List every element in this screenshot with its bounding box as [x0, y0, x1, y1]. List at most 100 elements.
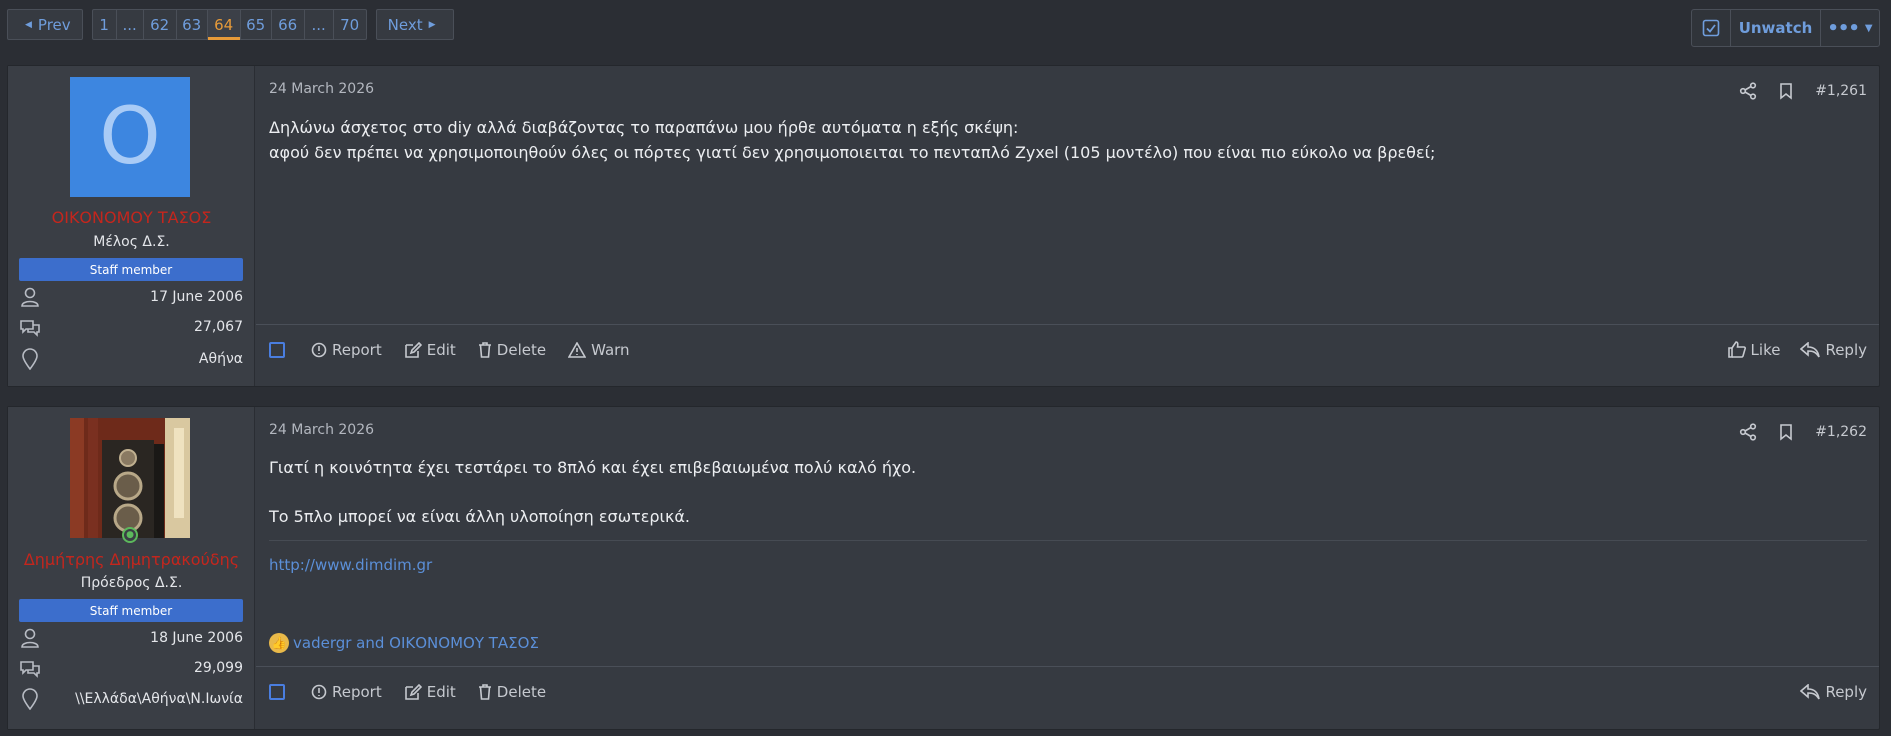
location-pin-icon: [22, 348, 38, 370]
prev-button[interactable]: ◀ Prev: [7, 9, 83, 40]
post-text-line: αφού δεν πρέπει να χρησιμοποιηθούν όλες …: [269, 143, 1436, 162]
user-title: Μέλος Δ.Σ.: [93, 234, 170, 250]
edit-icon: [404, 341, 422, 358]
report-label: Report: [332, 682, 382, 701]
bookmark-icon[interactable]: [1778, 423, 1794, 441]
report-icon: [311, 684, 327, 699]
post-header-actions: #1,261: [1739, 82, 1867, 100]
signature-link[interactable]: http://www.dimdim.gr: [269, 556, 432, 574]
delete-button[interactable]: Delete: [478, 341, 546, 359]
post-date[interactable]: 24 March 2026: [269, 422, 374, 438]
like-label: Like: [1750, 340, 1781, 359]
joined-date: 17 June 2006: [150, 289, 243, 305]
reply-icon: [1800, 341, 1821, 357]
page-link-64-current[interactable]: 64: [207, 10, 241, 40]
page-link-1[interactable]: 1: [93, 10, 117, 39]
page-jump-ellipsis[interactable]: ...: [117, 10, 144, 39]
post-footer: Report Edit Delete Reply: [256, 667, 1879, 716]
signature-divider: [269, 540, 1867, 541]
trash-icon: [478, 683, 491, 700]
delete-label: Delete: [496, 340, 547, 359]
user-panel: O ΟΙΚΟΝΟΜΟΥ ΤΑΣΟΣ Μέλος Δ.Σ. Staff membe…: [8, 66, 255, 386]
like-button[interactable]: Like: [1727, 340, 1781, 359]
report-button[interactable]: Report: [311, 683, 382, 701]
page-link-65[interactable]: 65: [241, 10, 272, 39]
caret-left-icon: ◀: [25, 19, 32, 30]
online-status-icon: ●: [122, 527, 138, 543]
bookmark-icon[interactable]: [1778, 82, 1794, 100]
user-location: Αθήνα: [198, 351, 243, 367]
speaker-photo: [70, 418, 190, 538]
username[interactable]: Δημήτρης Δημητρακούδης: [8, 550, 255, 569]
username[interactable]: ΟΙΚΟΝΟΜΟΥ ΤΑΣΟΣ: [8, 208, 255, 227]
stat-messages: 29,099: [19, 657, 243, 679]
post-number[interactable]: #1,261: [1815, 83, 1867, 99]
post-date[interactable]: 24 March 2026: [269, 81, 374, 97]
report-button[interactable]: Report: [311, 341, 382, 359]
post-footer-right: Like Reply: [1727, 325, 1867, 374]
edit-icon: [404, 683, 422, 700]
warn-button[interactable]: Warn: [568, 340, 630, 359]
trash-icon: [478, 341, 491, 358]
page-jump-ellipsis[interactable]: ...: [305, 10, 334, 39]
post-footer-right: Reply: [1800, 667, 1867, 716]
warning-icon: [568, 341, 587, 358]
location-pin-icon: [22, 688, 38, 710]
page-link-63[interactable]: 63: [177, 10, 208, 39]
page-link-70[interactable]: 70: [334, 10, 366, 39]
prev-label: Prev: [37, 15, 71, 34]
more-options-button[interactable]: ••• ▼: [1821, 10, 1879, 46]
staff-banner: Staff member: [19, 599, 243, 622]
reply-label: Reply: [1825, 682, 1867, 701]
stat-location: \\Ελλάδα\Αθήνα\Ν.Ιωνία: [19, 688, 243, 710]
unwatch-button[interactable]: Unwatch: [1731, 10, 1821, 46]
delete-button[interactable]: Delete: [478, 683, 546, 701]
select-post-checkbox[interactable]: [269, 341, 285, 358]
reactions-bar: 👍 vadergr and ΟΙΚΟΝΟΜΟΥ ΤΑΣΟΣ: [269, 633, 539, 653]
delete-label: Delete: [496, 682, 547, 701]
user-icon: [21, 287, 39, 307]
chevron-down-icon: ▼: [1864, 22, 1873, 34]
post-header-actions: #1,262: [1739, 423, 1867, 441]
reply-label: Reply: [1825, 340, 1867, 359]
user-panel: ● Δημήτρης Δημητρακούδης Πρόεδρος Δ.Σ. S…: [8, 407, 255, 729]
edit-label: Edit: [426, 340, 456, 359]
post-number[interactable]: #1,262: [1815, 424, 1867, 440]
post-body: Δηλώνω άσχετος στο diy αλλά διαβάζοντας …: [269, 115, 1867, 165]
comments-icon: [20, 661, 40, 678]
post-body: Γιατί η κοινότητα έχει τεστάρει το 8πλό …: [269, 455, 1867, 529]
warn-label: Warn: [591, 340, 630, 359]
post-text-line: Δηλώνω άσχετος στο diy αλλά διαβάζοντας …: [269, 118, 1019, 137]
reply-button[interactable]: Reply: [1800, 341, 1867, 359]
share-icon[interactable]: [1739, 82, 1757, 100]
edit-button[interactable]: Edit: [404, 341, 456, 359]
avatar[interactable]: [70, 418, 190, 538]
pagination: ◀ Prev 1 ... 62 63 64 65 66 ... 70 Next …: [7, 9, 454, 40]
message-count: 27,067: [194, 319, 243, 335]
select-thread-button[interactable]: [1692, 10, 1731, 46]
share-icon[interactable]: [1739, 423, 1757, 441]
page-link-62[interactable]: 62: [144, 10, 177, 39]
joined-date: 18 June 2006: [150, 630, 243, 646]
next-button[interactable]: Next ▶: [375, 9, 454, 40]
select-post-checkbox[interactable]: [269, 683, 285, 700]
edit-button[interactable]: Edit: [404, 683, 456, 701]
stat-location: Αθήνα: [19, 348, 243, 370]
user-location: \\Ελλάδα\Αθήνα\Ν.Ιωνία: [75, 691, 243, 707]
page-link-66[interactable]: 66: [272, 10, 305, 39]
reply-button[interactable]: Reply: [1800, 683, 1867, 701]
post-footer-left: Report Edit Delete: [269, 667, 546, 716]
reply-icon: [1800, 683, 1821, 699]
staff-banner: Staff member: [19, 258, 243, 281]
avatar[interactable]: O: [70, 77, 190, 197]
reactions-list[interactable]: vadergr and ΟΙΚΟΝΟΜΟΥ ΤΑΣΟΣ: [293, 634, 539, 652]
message-count: 29,099: [194, 660, 243, 676]
post-1261: O ΟΙΚΟΝΟΜΟΥ ΤΑΣΟΣ Μέλος Δ.Σ. Staff membe…: [7, 65, 1880, 387]
thumbs-up-icon: [1727, 341, 1746, 358]
edit-label: Edit: [426, 682, 456, 701]
stat-joined: 17 June 2006: [19, 286, 243, 308]
post-1262: ● Δημήτρης Δημητρακούδης Πρόεδρος Δ.Σ. S…: [7, 406, 1880, 730]
post-footer: Report Edit Delete Warn Like Reply: [256, 325, 1879, 374]
thread-tools: Unwatch ••• ▼: [1691, 9, 1880, 47]
